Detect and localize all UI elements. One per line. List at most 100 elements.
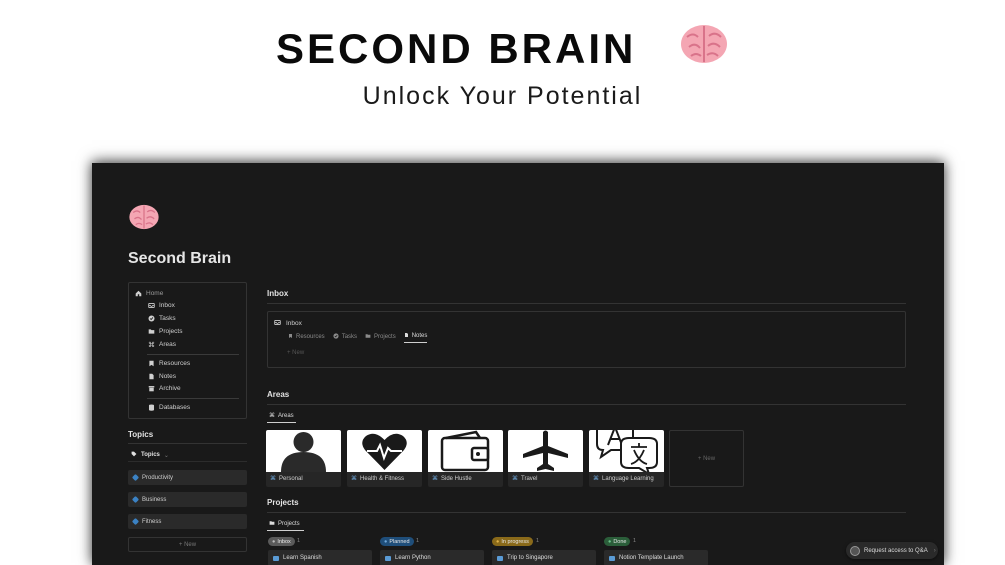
status-label: Done [613, 538, 627, 545]
active-tab-indicator [267, 422, 296, 423]
airplane-icon [508, 430, 583, 472]
tab-label: Resources [296, 333, 325, 340]
tab-projects-view[interactable]: Projects [269, 520, 300, 528]
area-card-travel[interactable]: ⌘ Travel [508, 430, 583, 487]
database-icon [148, 404, 155, 411]
project-title: Learn Spanish [283, 555, 322, 561]
request-qa-button[interactable]: Request access to Q&A › [846, 542, 938, 559]
folder-icon [385, 555, 391, 561]
areas-icon: ⌘ [432, 476, 438, 482]
areas-icon: ⌘ [351, 476, 357, 482]
status-dot-icon: ● [272, 538, 276, 545]
status-dot-icon: ● [608, 538, 612, 545]
side-nav: Home Inbox Tasks Projects ⌘ Areas Resour… [128, 282, 247, 419]
tab-areas[interactable]: ⌘ Areas [269, 412, 294, 420]
nav-item-databases[interactable]: Databases [148, 404, 190, 411]
new-inbox-item-button[interactable]: + New [287, 350, 304, 356]
nav-item-label: Projects [159, 328, 183, 335]
status-badge: ● Inbox [268, 537, 295, 546]
nav-item-notes[interactable]: Notes [148, 373, 176, 380]
inbox-header[interactable]: Inbox [274, 319, 302, 328]
folder-icon [148, 328, 155, 335]
document-icon [404, 332, 409, 340]
projects-heading: Projects [267, 498, 299, 507]
bookmark-icon [148, 360, 155, 367]
archive-icon [148, 385, 155, 392]
chevron-right-icon: › [933, 547, 936, 554]
area-card-side-hustle[interactable]: ⌘ Side Hustle [428, 430, 503, 487]
hero-title-text: SECOND BRAIN [275, 25, 637, 72]
bookmark-icon [288, 333, 293, 341]
topic-item[interactable]: Business [128, 492, 247, 507]
nav-home[interactable]: Home [135, 290, 163, 297]
areas-icon: ⌘ [512, 476, 518, 482]
new-topic-button[interactable]: + New [128, 537, 247, 552]
nav-item-inbox[interactable]: Inbox [148, 302, 175, 309]
tab-projects[interactable]: Projects [365, 332, 396, 343]
tag-icon [131, 473, 140, 482]
tab-label: Areas [278, 412, 294, 419]
area-card-label-row: ⌘ Health & Fitness [351, 475, 404, 483]
inbox-heading: Inbox [267, 289, 289, 298]
areas-icon: ⌘ [148, 341, 155, 349]
project-card[interactable]: Learn Spanish [268, 550, 372, 565]
divider [267, 404, 906, 405]
chevron-down-icon: ⌄ [163, 452, 169, 459]
status-dot-icon: ● [496, 538, 500, 545]
status-label: In progress [501, 538, 529, 545]
topic-label: Fitness [142, 518, 162, 525]
areas-icon: ⌘ [593, 476, 599, 482]
nav-item-projects[interactable]: Projects [148, 328, 182, 335]
status-badge: ● Planned [380, 537, 414, 546]
inbox-icon [274, 319, 281, 328]
project-card[interactable]: Trip to Singapore [492, 550, 596, 565]
tab-label: Projects [278, 521, 300, 527]
topic-label: Productivity [142, 474, 174, 481]
home-icon [135, 290, 142, 297]
qa-label: Request access to Q&A [864, 547, 928, 554]
topic-item[interactable]: Fitness [128, 514, 247, 529]
hero-subtitle: Unlock Your Potential [362, 82, 643, 110]
area-card-label-row: ⌘ Travel [512, 475, 537, 483]
nav-item-archive[interactable]: Archive [148, 385, 181, 392]
nav-home-label: Home [146, 290, 164, 297]
tab-notes[interactable]: Notes [403, 332, 428, 343]
status-dot-icon: ● [384, 538, 388, 545]
area-card-language-learning[interactable]: ⌘ Language Learning [589, 430, 664, 487]
topic-label: Business [142, 496, 167, 503]
project-card[interactable]: Notion Template Launch [604, 550, 708, 565]
app-window: Second Brain Home Inbox Tasks Projects ⌘… [92, 163, 944, 565]
topic-item[interactable]: Productivity [128, 470, 247, 485]
status-label: Inbox [277, 538, 291, 545]
area-card-label-row: ⌘ Side Hustle [432, 475, 472, 483]
nav-item-label: Tasks [159, 315, 176, 322]
tab-topics[interactable]: Topics ⌄ [131, 451, 169, 459]
hero-title: SECOND BRAIN [0, 22, 1005, 76]
inbox-tabs: Resources Tasks Projects Notes [288, 332, 428, 343]
project-card[interactable]: Learn Python [380, 550, 484, 565]
project-title: Learn Python [395, 555, 431, 561]
area-card-label: Side Hustle [441, 475, 472, 482]
divider [128, 461, 247, 462]
inbox-header-label: Inbox [286, 320, 302, 327]
status-count: 1 [416, 538, 420, 544]
folder-icon [269, 520, 275, 528]
area-card-personal[interactable]: ⌘ Personal [266, 430, 341, 487]
document-icon [148, 373, 155, 380]
area-card-health-fitness[interactable]: ⌘ Health & Fitness [347, 430, 422, 487]
avatar [850, 545, 860, 556]
active-tab-indicator [267, 530, 304, 531]
translate-icon [589, 430, 664, 472]
tab-tasks[interactable]: Tasks [333, 332, 357, 343]
nav-item-resources[interactable]: Resources [148, 360, 190, 367]
nav-item-tasks[interactable]: Tasks [148, 315, 176, 322]
heartbeat-icon [347, 430, 422, 472]
nav-item-label: Databases [159, 404, 191, 411]
new-area-button[interactable]: + New [669, 430, 744, 487]
divider [267, 512, 906, 513]
folder-icon [365, 333, 371, 341]
status-badge: ● Done [604, 537, 631, 546]
divider [147, 398, 239, 399]
nav-item-areas[interactable]: ⌘ Areas [148, 341, 176, 349]
tab-resources[interactable]: Resources [288, 332, 325, 343]
